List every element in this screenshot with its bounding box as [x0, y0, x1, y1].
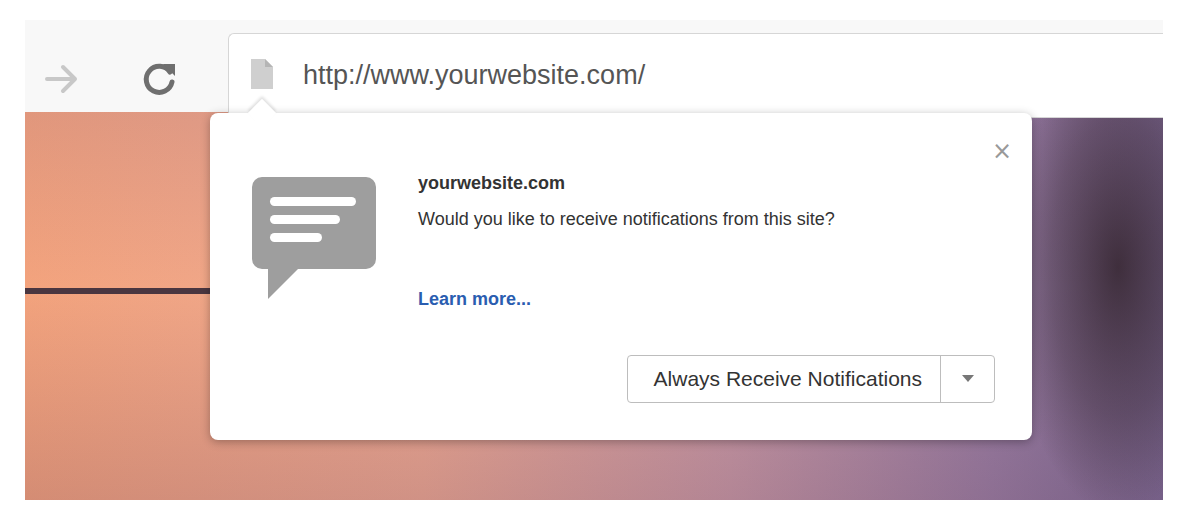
tree [1013, 112, 1163, 500]
dropdown-arrow-icon [962, 375, 974, 383]
address-bar[interactable]: http://www.yourwebsite.com/ [228, 33, 1163, 118]
chat-bubble-icon [252, 177, 376, 301]
learn-more-link[interactable]: Learn more... [418, 287, 835, 311]
site-name: yourwebsite.com [418, 171, 835, 195]
prompt-body: yourwebsite.com Would you like to receiv… [252, 171, 995, 311]
dropdown-button[interactable] [940, 356, 994, 402]
nav-buttons [25, 20, 228, 98]
notification-prompt: × yourwebsite.com Would you like to rece… [210, 113, 1032, 440]
toolbar: http://www.yourwebsite.com/ [25, 20, 1163, 112]
prompt-texts: yourwebsite.com Would you like to receiv… [418, 171, 835, 311]
prompt-actions: Always Receive Notifications [252, 355, 995, 403]
url-text[interactable]: http://www.yourwebsite.com/ [303, 59, 645, 91]
reload-icon[interactable] [141, 60, 177, 98]
close-button[interactable]: × [988, 135, 1016, 167]
prompt-question: Would you like to receive notifications … [418, 207, 835, 231]
page-icon [251, 59, 273, 89]
split-button: Always Receive Notifications [627, 355, 995, 403]
horizon [25, 288, 215, 294]
always-receive-button[interactable]: Always Receive Notifications [628, 356, 940, 402]
browser-window: http://www.yourwebsite.com/ × yourwebsit… [0, 0, 1190, 521]
forward-arrow-icon[interactable] [45, 64, 79, 94]
